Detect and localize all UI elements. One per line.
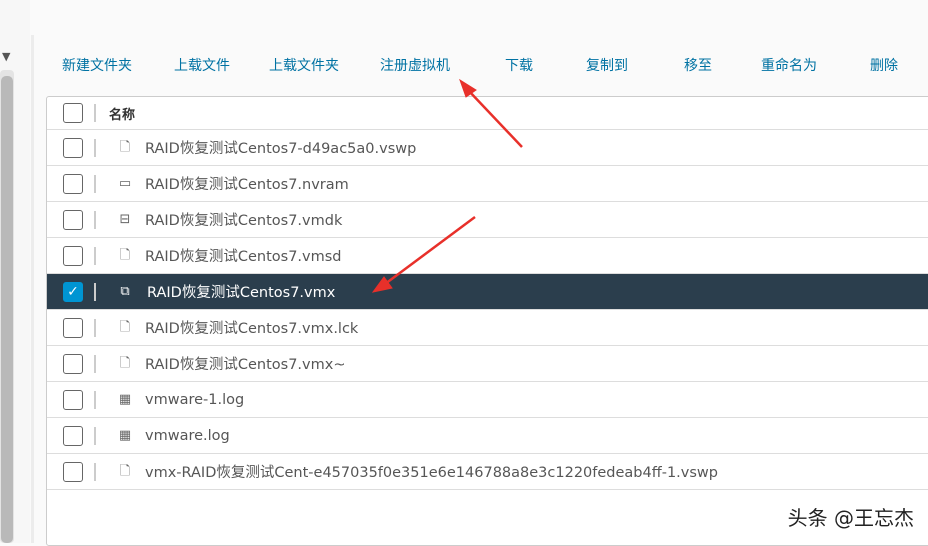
annotation-arrows xyxy=(371,78,523,293)
arrow-to-vmx-row xyxy=(371,215,476,293)
arrow-to-register-vm xyxy=(459,78,523,148)
